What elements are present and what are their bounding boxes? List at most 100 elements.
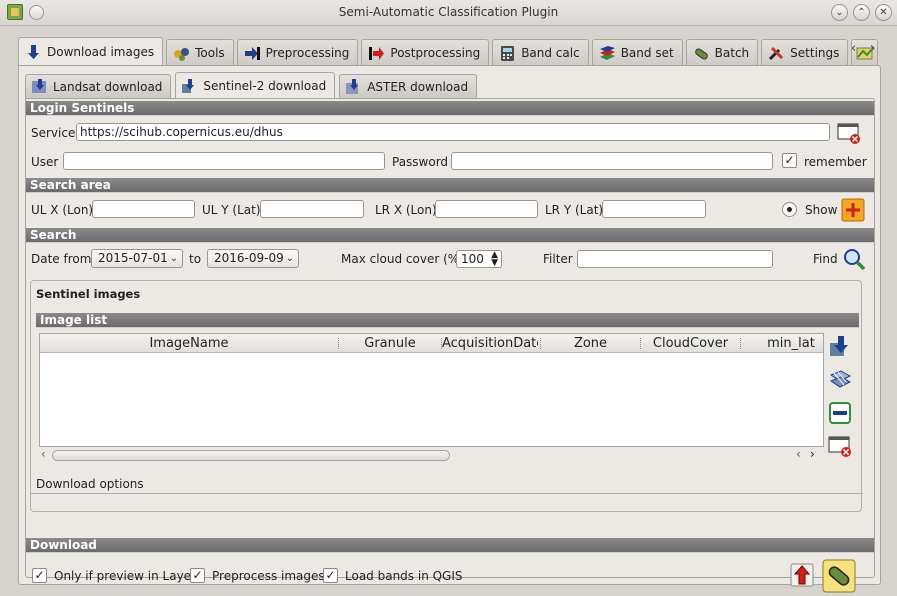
add-area-button[interactable] [841, 198, 865, 222]
show-radio[interactable] [782, 202, 797, 217]
user-label: User [31, 155, 59, 169]
tab-band-set[interactable]: Band set [591, 39, 683, 66]
tools-icon [174, 47, 190, 61]
title-bar: Semi-Automatic Classification Plugin ⌄ ⌃… [0, 0, 897, 26]
find-button[interactable] [842, 247, 866, 271]
scroll-right-icon[interactable]: › [810, 447, 815, 461]
checkmark-icon: ✓ [192, 568, 203, 582]
minimize-button[interactable]: ⌄ [831, 4, 848, 21]
ulx-input[interactable] [92, 200, 195, 218]
chevron-down-icon: ⌄ [169, 253, 178, 264]
run-download-button[interactable] [822, 559, 856, 593]
show-label: Show [805, 203, 838, 217]
find-label: Find [813, 252, 838, 266]
service-input[interactable]: https://scihub.copernicus.eu/dhus [76, 123, 830, 141]
tab-label: Tools [195, 46, 225, 60]
table-header: ImageName Granule AcquisitionDate Zone C… [40, 334, 823, 353]
column-min-lat[interactable]: min_lat [741, 334, 841, 353]
download-section-header: Download [26, 538, 874, 553]
password-label: Password [392, 155, 449, 169]
export-links-button[interactable] [790, 563, 814, 587]
plugin-window: Download images Tools Preprocessing Post… [8, 30, 889, 593]
scroll-left-icon[interactable]: ‹ [796, 447, 801, 461]
tab-download-images[interactable]: Download images [18, 37, 164, 66]
date-from-label: Date from [31, 252, 92, 266]
chevron-down-icon: ⌄ [285, 253, 294, 264]
display-preview-button[interactable] [828, 369, 852, 393]
checkmark-icon: ✓ [325, 568, 336, 582]
preprocess-checkbox[interactable]: ✓ [190, 568, 205, 583]
tab-preprocessing[interactable]: Preprocessing [236, 39, 359, 66]
column-zone[interactable]: Zone [541, 334, 640, 353]
spin-arrows-icon: ▲ ▼ [491, 250, 498, 268]
batch-icon [694, 47, 708, 60]
only-preview-checkbox[interactable]: ✓ [32, 568, 47, 583]
date-to-value: 2016-09-09 [214, 251, 284, 265]
tab-scroll-left-icon[interactable]: ‹ [851, 41, 856, 56]
tab-settings[interactable]: Settings [761, 39, 849, 66]
download-arrow-icon [28, 44, 39, 59]
band-calc-icon [501, 45, 515, 61]
lrx-label: LR X (Lon) [375, 203, 437, 217]
filter-label: Filter [543, 252, 573, 266]
search-section-header: Search [26, 228, 874, 243]
date-to-picker[interactable]: 2016-09-09 ⌄ [207, 249, 299, 268]
tab-label: Band set [620, 46, 674, 60]
tab-batch[interactable]: Batch [685, 39, 759, 66]
tab-band-calc[interactable]: Band calc [492, 39, 589, 66]
tab-sentinel-2-download[interactable]: Sentinel-2 download [175, 72, 336, 99]
remove-row-button[interactable] [828, 401, 852, 425]
remember-label: remember [804, 155, 867, 169]
chevron-up-icon: ⌃ [857, 7, 866, 18]
tab-aster-download[interactable]: ASTER download [339, 74, 478, 98]
column-divider [338, 338, 339, 349]
preprocessing-icon [244, 46, 260, 60]
maximize-button[interactable]: ⌃ [853, 4, 870, 21]
scrollbar-thumb[interactable] [52, 450, 450, 461]
scroll-left-icon[interactable]: ‹ [41, 447, 46, 461]
settings-icon [769, 46, 784, 60]
tab-tools[interactable]: Tools [166, 39, 234, 66]
sentinel-images-group: Sentinel images Image list ImageName Gra… [30, 280, 863, 512]
postprocessing-icon [369, 46, 385, 60]
ulx-label: UL X (Lon) [31, 203, 94, 217]
close-button[interactable]: ✕ [875, 4, 892, 21]
lrx-input[interactable] [435, 200, 538, 218]
tab-label: Postprocessing [390, 46, 481, 60]
sentinel-images-title: Sentinel images [36, 287, 141, 301]
band-set-icon [599, 45, 615, 60]
cloud-cover-spinbox[interactable]: 100 ▲ ▼ [456, 250, 502, 268]
uly-input[interactable] [260, 200, 364, 218]
service-label: Service [31, 126, 76, 140]
column-acquisitiondate[interactable]: AcquisitionDate [442, 334, 538, 353]
clear-table-button[interactable] [828, 434, 852, 458]
remember-checkbox[interactable]: ✓ [782, 153, 797, 168]
sentinel-download-panel: Login Sentinels Service https://scihub.c… [25, 98, 875, 593]
horizontal-scrollbar[interactable]: ‹ ‹ › [39, 447, 824, 463]
tab-landsat-download[interactable]: Landsat download [25, 74, 172, 98]
date-from-picker[interactable]: 2015-07-01 ⌄ [91, 249, 183, 268]
preprocess-label: Preprocess images [212, 569, 325, 583]
password-input[interactable] [451, 152, 773, 170]
column-imagename[interactable]: ImageName [40, 334, 338, 353]
tab-label: ASTER download [367, 79, 469, 94]
aster-icon [346, 79, 359, 94]
chevron-down-icon: ⌄ [835, 7, 844, 18]
column-cloudcover[interactable]: CloudCover [641, 334, 740, 353]
reset-service-button[interactable] [837, 121, 861, 145]
download-options-tab[interactable]: Download options [36, 477, 144, 491]
checkmark-icon: ✓ [34, 568, 45, 582]
download-images-button[interactable] [828, 335, 852, 359]
column-granule[interactable]: Granule [340, 334, 440, 353]
image-list-table[interactable]: ImageName Granule AcquisitionDate Zone C… [39, 333, 824, 447]
lry-input[interactable] [602, 200, 706, 218]
user-input[interactable] [63, 152, 385, 170]
tab-scroll-right-icon[interactable]: › [870, 41, 875, 56]
filter-input[interactable] [577, 250, 773, 268]
tab-postprocessing[interactable]: Postprocessing [361, 39, 490, 66]
load-bands-checkbox[interactable]: ✓ [323, 568, 338, 583]
uly-label: UL Y (Lat) [202, 203, 261, 217]
tab-label: Preprocessing [265, 46, 350, 60]
to-label: to [189, 252, 202, 266]
sub-tab-bar: Landsat download Sentinel-2 download AST… [25, 72, 481, 99]
